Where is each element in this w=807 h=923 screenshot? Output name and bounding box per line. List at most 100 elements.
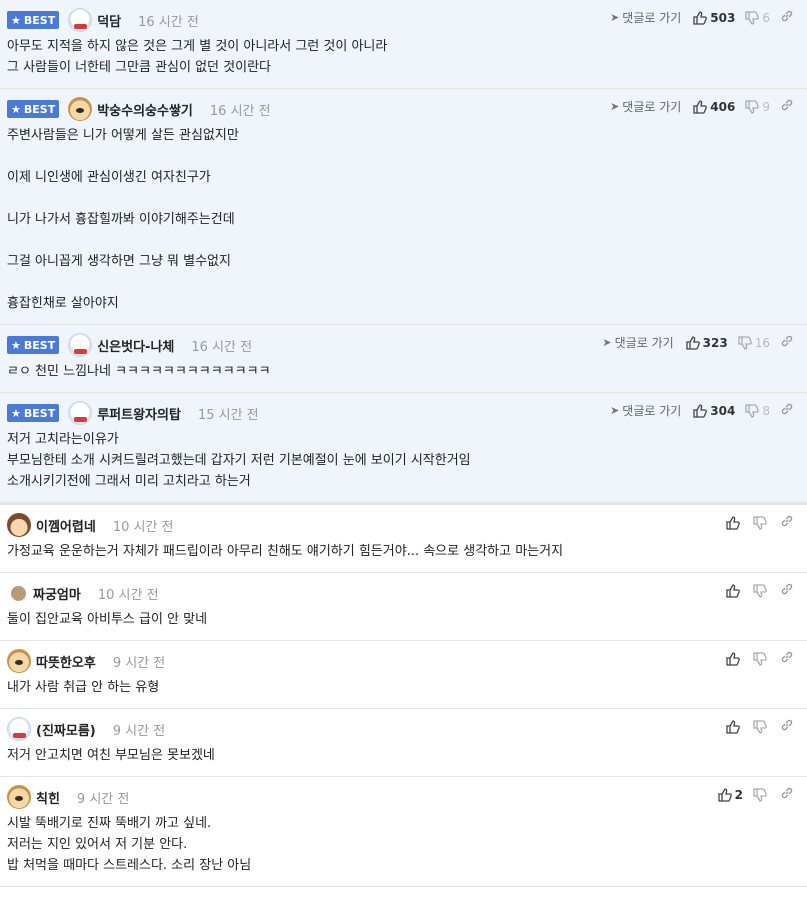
downvote-button[interactable] bbox=[753, 583, 770, 598]
avatar[interactable] bbox=[68, 97, 93, 121]
downvote-button[interactable]: 8 bbox=[745, 404, 770, 418]
share-link-button[interactable] bbox=[780, 334, 797, 351]
avatar[interactable] bbox=[7, 717, 31, 741]
comment: 칙힌 9 시간 전 2 시발 뚝배기로 진짜 뚝배기 까고 싶네. 저러는 지인 있어서… bbox=[0, 777, 807, 887]
best-label: BEST bbox=[23, 338, 56, 352]
share-link-button[interactable] bbox=[780, 650, 797, 667]
upvote-button[interactable] bbox=[726, 583, 743, 598]
goto-comment-link[interactable]: ➤ 댓글로 가기 bbox=[610, 402, 681, 419]
upvote-button[interactable] bbox=[726, 651, 743, 666]
comment-body: 시발 뚝배기로 진짜 뚝배기 까고 싶네. 저러는 지인 있어서 저 기분 안다.… bbox=[7, 810, 807, 886]
thumbs-up-icon bbox=[693, 403, 708, 418]
downvote-count: 9 bbox=[762, 99, 770, 114]
nickname[interactable]: 덕담 bbox=[97, 11, 121, 30]
goto-comment-link[interactable]: ➤ 댓글로 가기 bbox=[602, 334, 673, 351]
goto-comment-link[interactable]: ➤ 댓글로 가기 bbox=[610, 9, 681, 26]
comment-actions: ➤ 댓글로 가기 323 16 bbox=[602, 334, 797, 351]
comment-text-line: 그걸 아니꼽게 생각하면 그냥 뭐 별수없지 bbox=[7, 254, 231, 269]
thumbs-up-icon bbox=[693, 10, 708, 25]
best-label: BEST bbox=[23, 102, 56, 116]
comment-body: 주변사람들은 니가 어떻게 살든 관심없지만 이제 니인생에 관심이생긴 여자친구… bbox=[7, 122, 807, 324]
downvote-button[interactable]: 16 bbox=[738, 336, 770, 350]
link-icon[interactable] bbox=[780, 718, 794, 732]
avatar[interactable] bbox=[7, 513, 31, 537]
avatar[interactable] bbox=[7, 649, 31, 673]
share-link-button[interactable] bbox=[780, 718, 797, 735]
avatar[interactable] bbox=[11, 585, 26, 601]
downvote-button[interactable]: 9 bbox=[745, 100, 770, 114]
goto-label: 댓글로 가기 bbox=[622, 11, 682, 25]
link-icon[interactable] bbox=[780, 9, 794, 23]
best-badge: ★ BEST bbox=[7, 336, 60, 354]
upvote-button[interactable]: 304 bbox=[693, 404, 735, 418]
comment-text-line: 저거 고치라는이유가 bbox=[7, 432, 119, 447]
share-link-button[interactable] bbox=[780, 98, 797, 115]
share-link-button[interactable] bbox=[780, 9, 797, 26]
nickname[interactable]: 따뜻한오후 bbox=[36, 652, 96, 671]
share-link-button[interactable] bbox=[780, 514, 797, 531]
nickname[interactable]: (진짜모름) bbox=[36, 720, 96, 739]
share-link-button[interactable] bbox=[780, 402, 797, 419]
best-comment: ★ BEST 박숭수의숭수쌓기 16 시간 전 ➤ 댓글로 가기 406 9 주변사람들은 니가… bbox=[0, 89, 807, 325]
star-icon: ★ bbox=[11, 338, 21, 352]
goto-label: 댓글로 가기 bbox=[622, 100, 682, 114]
avatar[interactable] bbox=[7, 785, 31, 809]
downvote-button[interactable] bbox=[753, 787, 770, 802]
downvote-button[interactable] bbox=[753, 719, 770, 734]
avatar[interactable] bbox=[68, 333, 93, 357]
nickname[interactable]: 칙힌 bbox=[36, 788, 60, 807]
comment-actions bbox=[726, 582, 797, 599]
nickname[interactable]: 박숭수의숭수쌓기 bbox=[97, 100, 193, 119]
comment-actions: ➤ 댓글로 가기 304 8 bbox=[610, 402, 797, 419]
downvote-button[interactable] bbox=[753, 651, 770, 666]
best-comment: ★ BEST 루퍼트왕자의탑 15 시간 전 ➤ 댓글로 가기 304 8 저거 고치라는이유가… bbox=[0, 393, 807, 505]
avatar[interactable] bbox=[68, 8, 93, 32]
upvote-button[interactable]: 406 bbox=[693, 100, 735, 114]
upvote-button[interactable]: 323 bbox=[686, 336, 728, 350]
comment-text-line: 가정교육 운운하는거 자체가 패드립이라 아무리 친해도 얘기하기 힘든거야..… bbox=[7, 544, 564, 559]
best-comment: ★ BEST 신은벗다-나체 16 시간 전 ➤ 댓글로 가기 323 16 ㄹㅇ 천민 느낌나… bbox=[0, 325, 807, 393]
upvote-button[interactable]: 2 bbox=[717, 787, 743, 802]
thumbs-up-icon bbox=[726, 651, 740, 666]
goto-label: 댓글로 가기 bbox=[614, 336, 674, 350]
nickname[interactable]: 짜궁엄마 bbox=[33, 584, 81, 603]
nickname[interactable]: 신은벗다-나체 bbox=[97, 336, 174, 355]
comment-body: 아무도 지적을 하지 않은 것은 그게 별 것이 아니라서 그런 것이 아니라 그… bbox=[7, 33, 807, 88]
nickname[interactable]: 이껨어렵네 bbox=[36, 516, 96, 535]
comment-actions: ➤ 댓글로 가기 503 6 bbox=[610, 9, 797, 26]
upvote-button[interactable]: 503 bbox=[693, 11, 735, 25]
comment-body: 가정교육 운운하는거 자체가 패드립이라 아무리 친해도 얘기하기 힘든거야..… bbox=[7, 538, 807, 572]
avatar[interactable] bbox=[68, 401, 93, 425]
best-badge: ★ BEST bbox=[7, 11, 60, 29]
comment: 따뜻한오후 9 시간 전 내가 사람 취급 안 하는 유형 bbox=[0, 641, 807, 709]
best-label: BEST bbox=[23, 13, 56, 27]
thumbs-down-icon bbox=[753, 787, 767, 802]
timestamp: 10 시간 전 bbox=[97, 587, 159, 603]
nickname[interactable]: 루퍼트왕자의탑 bbox=[97, 404, 181, 423]
comment-text-line: 둘이 집안교육 아비투스 급이 안 맞네 bbox=[7, 612, 208, 627]
link-icon[interactable] bbox=[780, 402, 794, 416]
upvote-count: 503 bbox=[710, 10, 736, 25]
link-icon[interactable] bbox=[780, 334, 794, 348]
share-link-button[interactable] bbox=[780, 786, 797, 803]
link-icon[interactable] bbox=[780, 650, 794, 664]
upvote-button[interactable] bbox=[726, 515, 743, 530]
link-icon[interactable] bbox=[780, 582, 794, 596]
thumbs-up-icon bbox=[726, 583, 740, 598]
upvote-button[interactable] bbox=[726, 719, 743, 734]
link-icon[interactable] bbox=[780, 514, 794, 528]
downvote-count: 8 bbox=[762, 403, 770, 418]
link-icon[interactable] bbox=[780, 98, 794, 112]
thumbs-up-icon bbox=[717, 787, 732, 802]
best-comment: ★ BEST 덕담 16 시간 전 ➤ 댓글로 가기 503 6 아무도 지적을 하지 않은 것… bbox=[0, 0, 807, 89]
downvote-button[interactable]: 6 bbox=[745, 11, 770, 25]
comment-text-line: 이제 니인생에 관심이생긴 여자친구가 bbox=[7, 170, 211, 185]
comment-text-line: 흉잡힌채로 살아야지 bbox=[7, 296, 119, 311]
comment-body: 내가 사람 취급 안 하는 유형 bbox=[7, 674, 807, 708]
goto-comment-link[interactable]: ➤ 댓글로 가기 bbox=[610, 98, 681, 115]
downvote-button[interactable] bbox=[753, 515, 770, 530]
share-link-button[interactable] bbox=[780, 582, 797, 599]
best-badge: ★ BEST bbox=[7, 404, 60, 422]
link-icon[interactable] bbox=[780, 786, 794, 800]
